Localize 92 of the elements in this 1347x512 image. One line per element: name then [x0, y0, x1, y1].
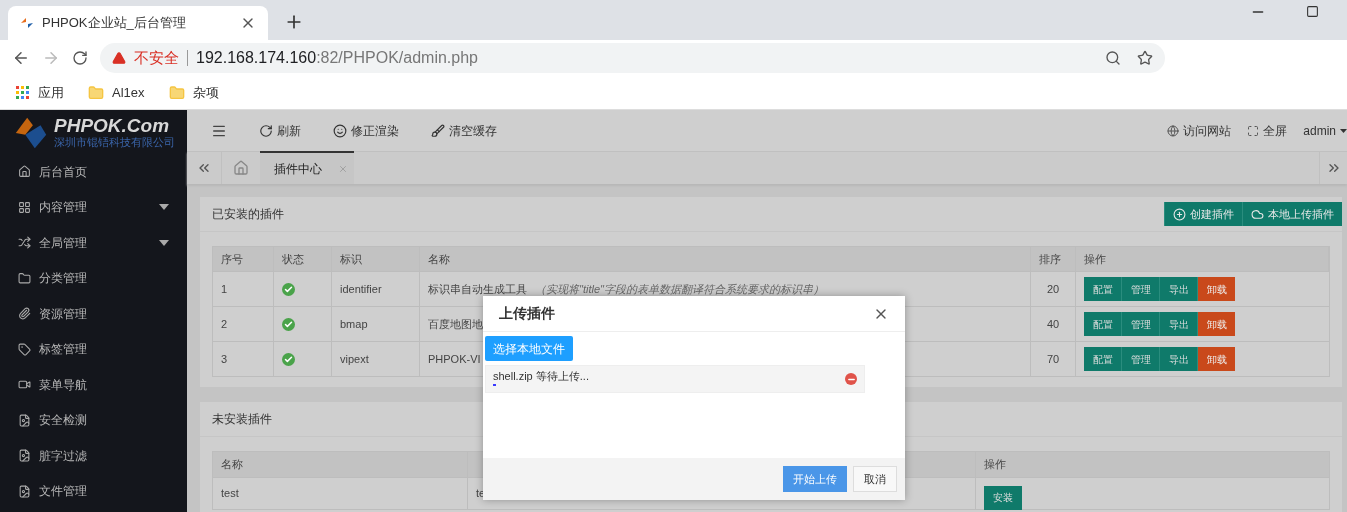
table-cell: vipext	[332, 341, 420, 376]
install-button[interactable]: 安装	[984, 485, 1022, 510]
paperclip-icon	[18, 307, 31, 321]
panel-title: 已安装的插件	[212, 206, 284, 223]
folder-icon	[168, 84, 185, 101]
column-header: 排序	[1031, 247, 1076, 271]
bookmark-item[interactable]: 应用	[16, 82, 64, 103]
globe-icon	[1167, 124, 1180, 137]
remove-icon[interactable]	[845, 373, 857, 385]
bookmark-star-icon[interactable]	[1137, 50, 1153, 66]
sidebar-item[interactable]: 脏字过滤	[0, 438, 187, 474]
shuffle-icon	[18, 236, 31, 250]
tab-title: PHPOK企业站_后台管理	[42, 14, 187, 33]
sidebar-item[interactable]: 内容管理	[0, 189, 187, 225]
row-action-button[interactable]: 导出	[1160, 312, 1198, 336]
row-action-button[interactable]: 管理	[1122, 347, 1160, 371]
bookmark-item[interactable]: Al1ex	[88, 82, 145, 103]
back-icon[interactable]	[12, 49, 30, 67]
column-header: 名称	[213, 452, 468, 477]
sidebar-item[interactable]: 后台首页	[0, 154, 187, 190]
column-header: 标识	[332, 247, 420, 271]
security-label: 不安全	[134, 47, 179, 68]
brush-icon	[431, 123, 445, 138]
column-header: 操作	[976, 452, 1329, 477]
table-cell: 20	[1031, 271, 1076, 306]
reload-icon[interactable]	[72, 50, 88, 66]
site-logo-icon	[20, 16, 34, 30]
table-cell: 70	[1031, 341, 1076, 376]
row-action-button[interactable]: 卸载	[1198, 347, 1235, 371]
browser-tab[interactable]: PHPOK企业站_后台管理	[8, 6, 268, 40]
sidebar-item[interactable]: 安全检测	[0, 402, 187, 438]
row-action-button[interactable]: 导出	[1160, 347, 1198, 371]
folder-icon	[18, 271, 31, 285]
user-menu[interactable]: admin	[1303, 121, 1347, 140]
row-action-button[interactable]: 卸载	[1198, 312, 1235, 336]
maximize-icon[interactable]	[1306, 5, 1319, 18]
column-header: 操作	[1076, 247, 1329, 271]
home-icon	[18, 165, 31, 179]
image-file-icon	[18, 484, 31, 498]
row-action-button[interactable]: 导出	[1160, 277, 1198, 301]
table-cell: 1	[213, 271, 274, 306]
table-cell: identifier	[332, 271, 420, 306]
toolbar-button[interactable]: 修正渲染	[333, 121, 399, 140]
page-tab[interactable]: 插件中心	[260, 151, 354, 184]
table-cell: test	[213, 477, 468, 509]
sidebar-item[interactable]: 分类管理	[0, 260, 187, 296]
smiley-icon	[333, 123, 347, 138]
action-button[interactable]: 本地上传插件	[1242, 202, 1342, 226]
table-cell: bmap	[332, 306, 420, 341]
caret-icon	[1340, 128, 1347, 133]
tag-icon	[18, 342, 31, 356]
table-cell: 2	[213, 306, 274, 341]
fullscreen-icon	[1247, 124, 1260, 137]
folder-icon	[88, 84, 104, 101]
cloud-icon	[1251, 207, 1264, 221]
dialog-button[interactable]: 取消	[853, 466, 897, 492]
toolbar-button[interactable]: 刷新	[259, 121, 301, 140]
column-header: 序号	[213, 247, 274, 271]
sidebar-item[interactable]: 菜单导航	[0, 367, 187, 403]
column-header: 名称	[420, 247, 1031, 271]
sidebar-item[interactable]: 标签管理	[0, 331, 187, 367]
image-file-icon	[18, 413, 31, 427]
row-action-button[interactable]: 管理	[1122, 277, 1160, 301]
refresh-icon	[259, 123, 273, 138]
logo-title: PHPOK.Com	[54, 116, 171, 135]
sidebar-item[interactable]: 文件管理	[0, 473, 187, 509]
zoom-icon[interactable]	[1105, 50, 1121, 66]
row-action-button[interactable]: 配置	[1084, 347, 1122, 371]
address-bar[interactable]: 不安全 192.168.174.160:82/PHPOK/admin.php	[100, 43, 1165, 73]
dialog-title: 上传插件	[499, 304, 555, 323]
image-file-icon	[18, 449, 31, 463]
toolbar-button[interactable]: 全屏	[1247, 121, 1288, 140]
toolbar-button[interactable]: 清空缓存	[431, 121, 497, 140]
sidebar-item[interactable]: 资源管理	[0, 296, 187, 332]
apps-grid-icon	[16, 85, 30, 100]
panel-title: 未安装插件	[212, 411, 272, 428]
table-cell: 3	[213, 341, 274, 376]
logo-subtitle: 深圳市锟铻科技有限公司	[54, 137, 175, 148]
row-action-button[interactable]: 配置	[1084, 277, 1122, 301]
plus-circle-icon	[1173, 207, 1186, 221]
grid-icon	[18, 200, 31, 214]
row-action-button[interactable]: 管理	[1122, 312, 1160, 336]
warning-icon	[112, 51, 126, 65]
bookmark-item[interactable]: 杂项	[168, 82, 219, 103]
action-button[interactable]: 创建插件	[1164, 202, 1242, 226]
sidebar-item[interactable]: 全局管理	[0, 225, 187, 261]
toolbar-button[interactable]: 访问网站	[1167, 121, 1232, 140]
row-action-button[interactable]: 卸载	[1198, 277, 1235, 301]
row-action-button[interactable]: 配置	[1084, 312, 1122, 336]
table-cell: 40	[1031, 306, 1076, 341]
url-text: 192.168.174.160:82/PHPOK/admin.php	[196, 48, 478, 68]
column-header: 状态	[274, 247, 332, 271]
